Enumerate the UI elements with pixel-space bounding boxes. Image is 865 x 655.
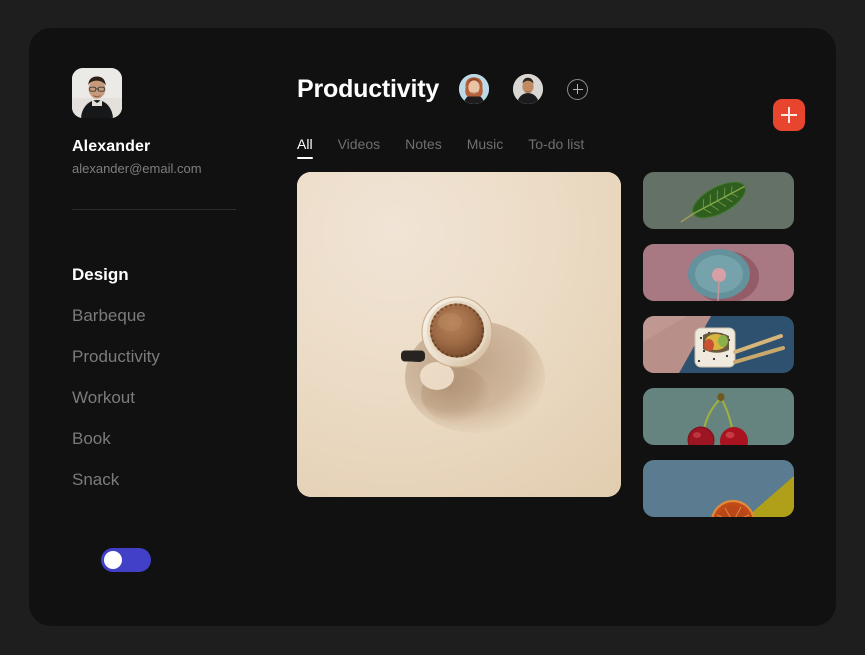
plus-circle-icon[interactable] [567,78,589,100]
sushi-photo-thumbnail[interactable] [643,316,794,373]
profile-name: Alexander [72,138,151,155]
user-photo-avatar [72,68,122,118]
tab-todo-list[interactable]: To-do list [528,136,584,159]
plate-image [643,244,794,301]
sidebar-divider [72,209,236,210]
tab-all[interactable]: All [297,136,313,159]
user-photo-avatar [513,74,544,104]
cherries-photo-thumbnail[interactable] [643,388,794,445]
add-button[interactable] [773,99,805,131]
sidebar-item-workout[interactable]: Workout [72,377,237,418]
leaf-image [643,172,794,229]
sidebar-item-snack[interactable]: Snack [72,459,237,500]
coffee-cup-photo[interactable] [297,172,621,497]
citrus-image [643,460,794,517]
app-window: Alexander alexander@email.com Design Bar… [29,28,836,626]
leaf-photo-thumbnail[interactable] [643,172,794,229]
thumbnail-list [643,172,794,517]
profile-email: alexander@email.com [72,161,202,176]
member-avatar-list [459,74,589,104]
tab-music[interactable]: Music [467,136,504,159]
user-photo-avatar [459,74,490,104]
avatar[interactable] [72,68,122,118]
member-avatar-1[interactable] [459,74,490,104]
sidebar-item-design[interactable]: Design [72,254,237,295]
member-avatar-2[interactable] [513,74,544,104]
tab-bar: All Videos Notes Music To-do list [297,136,805,159]
citrus-photo-thumbnail[interactable] [643,460,794,517]
gallery [297,172,805,517]
coffee-cup-image [297,172,621,497]
page-title: Productivity [297,74,440,103]
plate-photo-thumbnail[interactable] [643,244,794,301]
theme-toggle[interactable] [101,548,151,572]
sidebar-nav: Design Barbeque Productivity Workout Boo… [72,254,297,500]
header: Productivity [297,68,805,110]
sidebar-item-barbeque[interactable]: Barbeque [72,295,237,336]
main-content: Productivity All Videos Notes Music To-d… [297,28,836,626]
sushi-image [643,316,794,373]
sidebar-item-book[interactable]: Book [72,418,237,459]
toggle-knob [104,551,122,569]
cherries-image [643,388,794,445]
sidebar-item-productivity[interactable]: Productivity [72,336,237,377]
sidebar: Alexander alexander@email.com Design Bar… [29,28,297,626]
tab-videos[interactable]: Videos [338,136,381,159]
tab-notes[interactable]: Notes [405,136,442,159]
